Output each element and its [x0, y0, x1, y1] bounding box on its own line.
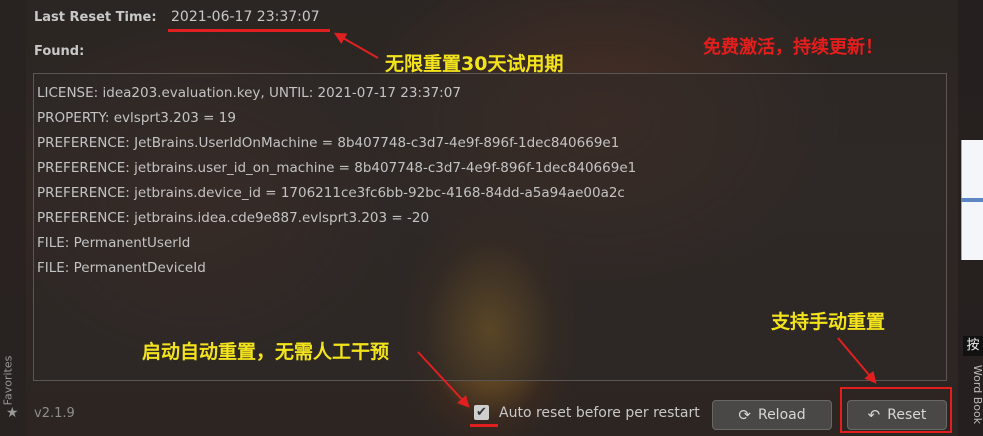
arrow-to-time: [333, 32, 379, 59]
last-reset-label: Last Reset Time:: [34, 10, 157, 25]
checkbox-underline: [470, 424, 498, 427]
version-label: v2.1.9: [34, 406, 75, 421]
reload-button[interactable]: ⟳ Reload: [712, 400, 832, 430]
auto-annotation: 启动自动重置，无需人工干预: [142, 341, 390, 363]
list-item: FILE: PermanentDeviceId: [37, 260, 206, 276]
reload-label: Reload: [757, 407, 806, 423]
trial-annotation: 无限重置30天试用期: [385, 53, 564, 75]
list-item: PROPERTY: evlsprt3.203 = 19: [37, 110, 236, 126]
list-item: LICENSE: idea203.evaluation.key, UNTIL: …: [37, 85, 461, 101]
free-annotation: 免费激活，持续更新！: [703, 37, 883, 58]
side-preview-line: [961, 198, 983, 202]
auto-reset-checkbox[interactable]: ✔: [474, 405, 489, 420]
auto-reset-label[interactable]: Auto reset before per restart: [499, 405, 700, 421]
last-reset-value: 2021-06-17 23:37:07: [171, 9, 320, 25]
list-item: PREFERENCE: jetbrains.idea.cde9e887.evls…: [37, 210, 430, 226]
time-underline: [168, 29, 330, 32]
ime-indicator: 按: [963, 336, 983, 356]
reset-highlight-frame: [840, 387, 952, 433]
checkmark-icon: ✔: [476, 405, 487, 420]
list-item: FILE: PermanentUserId: [37, 235, 191, 251]
found-list[interactable]: LICENSE: idea203.evaluation.key, UNTIL: …: [33, 73, 947, 381]
found-label: Found:: [34, 44, 85, 59]
list-item: PREFERENCE: jetbrains.device_id = 170621…: [37, 185, 625, 201]
word-book-tab[interactable]: Word Book: [971, 365, 983, 424]
favorites-label: Favorites: [1, 355, 15, 406]
list-item: PREFERENCE: JetBrains.UserIdOnMachine = …: [37, 135, 620, 151]
list-item: PREFERENCE: jetbrains.user_id_on_machine…: [37, 160, 637, 176]
star-icon[interactable]: ★: [6, 405, 19, 421]
reload-icon: ⟳: [738, 406, 751, 424]
manual-annotation: 支持手动重置: [771, 311, 886, 333]
